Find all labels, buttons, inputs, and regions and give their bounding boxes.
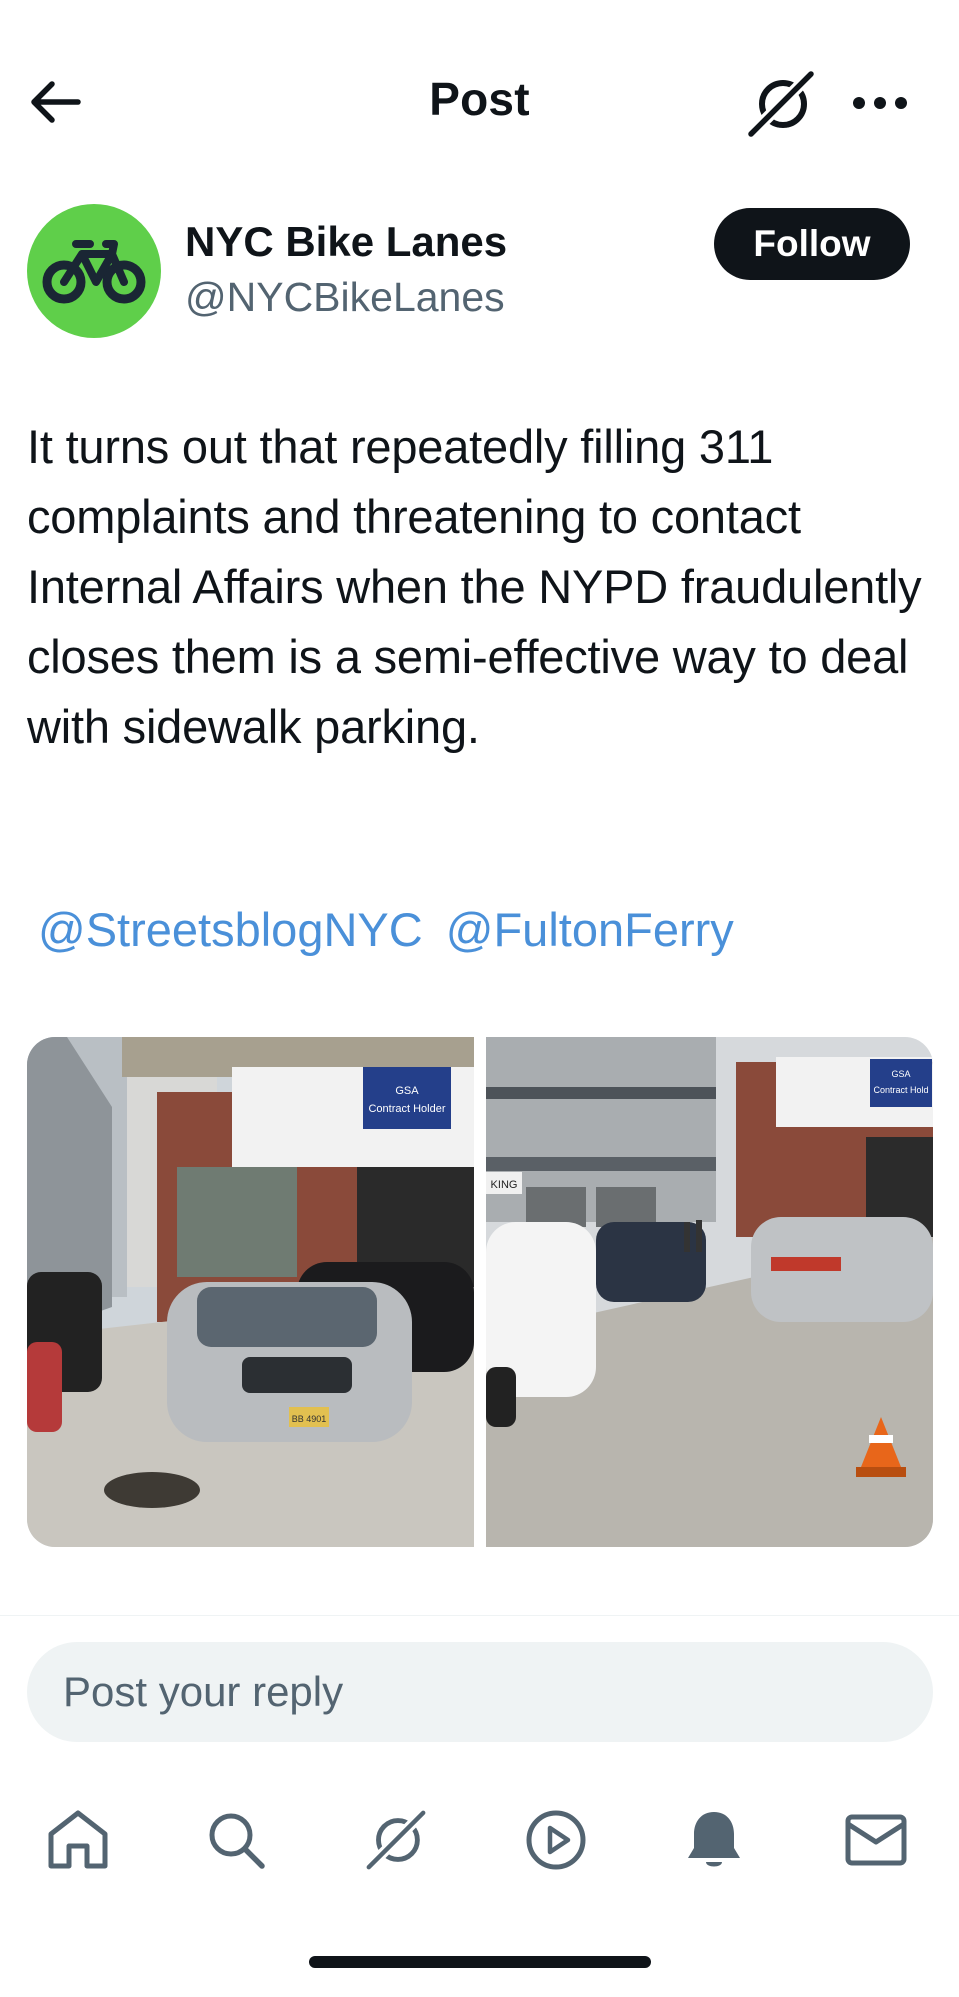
- mail-icon: [845, 1814, 907, 1866]
- reply-input[interactable]: [27, 1642, 933, 1742]
- play-icon: [526, 1810, 586, 1870]
- grok-button[interactable]: [745, 68, 817, 140]
- sign-top-text: GSA: [395, 1085, 419, 1097]
- bottom-nav: [0, 1800, 959, 1880]
- post-photo-1[interactable]: GSA Contract Holder BB 4901: [27, 1037, 474, 1547]
- avatar[interactable]: [27, 204, 161, 338]
- nav-home[interactable]: [38, 1800, 118, 1880]
- search-icon: [209, 1813, 265, 1869]
- more-options-button[interactable]: [845, 80, 915, 126]
- nav-messages[interactable]: [836, 1800, 916, 1880]
- nav-video[interactable]: [516, 1800, 596, 1880]
- bell-icon: [688, 1812, 740, 1867]
- post-text: It turns out that repeatedly filling 311…: [27, 420, 922, 753]
- more-horizontal-icon: [853, 97, 907, 109]
- bicycle-icon: [42, 240, 146, 304]
- storefront-text: KING: [491, 1179, 518, 1191]
- post-photo-2[interactable]: KING GSA Contract Hold: [486, 1037, 933, 1547]
- grok-icon: [745, 68, 817, 140]
- media-gallery: GSA Contract Holder BB 4901 KING GSA Con…: [27, 1037, 933, 1547]
- mentions-line: @StreetsblogNYC @FultonFerry: [38, 902, 744, 957]
- sign-bottom-text: Contract Holder: [368, 1103, 445, 1115]
- mention-link[interactable]: @FultonFerry: [446, 903, 734, 956]
- photo-illustration: KING GSA Contract Hold: [486, 1037, 933, 1547]
- author-name[interactable]: NYC Bike Lanes: [185, 218, 507, 266]
- nav-grok[interactable]: [356, 1800, 436, 1880]
- mention-link[interactable]: @StreetsblogNYC: [38, 903, 423, 956]
- follow-button[interactable]: Follow: [714, 208, 910, 280]
- photo-illustration: GSA Contract Holder BB 4901: [27, 1037, 474, 1547]
- home-icon: [48, 1810, 108, 1869]
- author-handle[interactable]: @NYCBikeLanes: [185, 274, 505, 321]
- sign-top-text: GSA: [891, 1069, 910, 1079]
- nav-search[interactable]: [196, 1800, 276, 1880]
- grok-icon: [363, 1807, 429, 1873]
- home-indicator: [309, 1956, 651, 1968]
- divider: [0, 1615, 959, 1616]
- license-plate-text: BB 4901: [292, 1414, 327, 1424]
- sign-bottom-text: Contract Hold: [873, 1085, 928, 1095]
- nav-notifications[interactable]: [674, 1800, 754, 1880]
